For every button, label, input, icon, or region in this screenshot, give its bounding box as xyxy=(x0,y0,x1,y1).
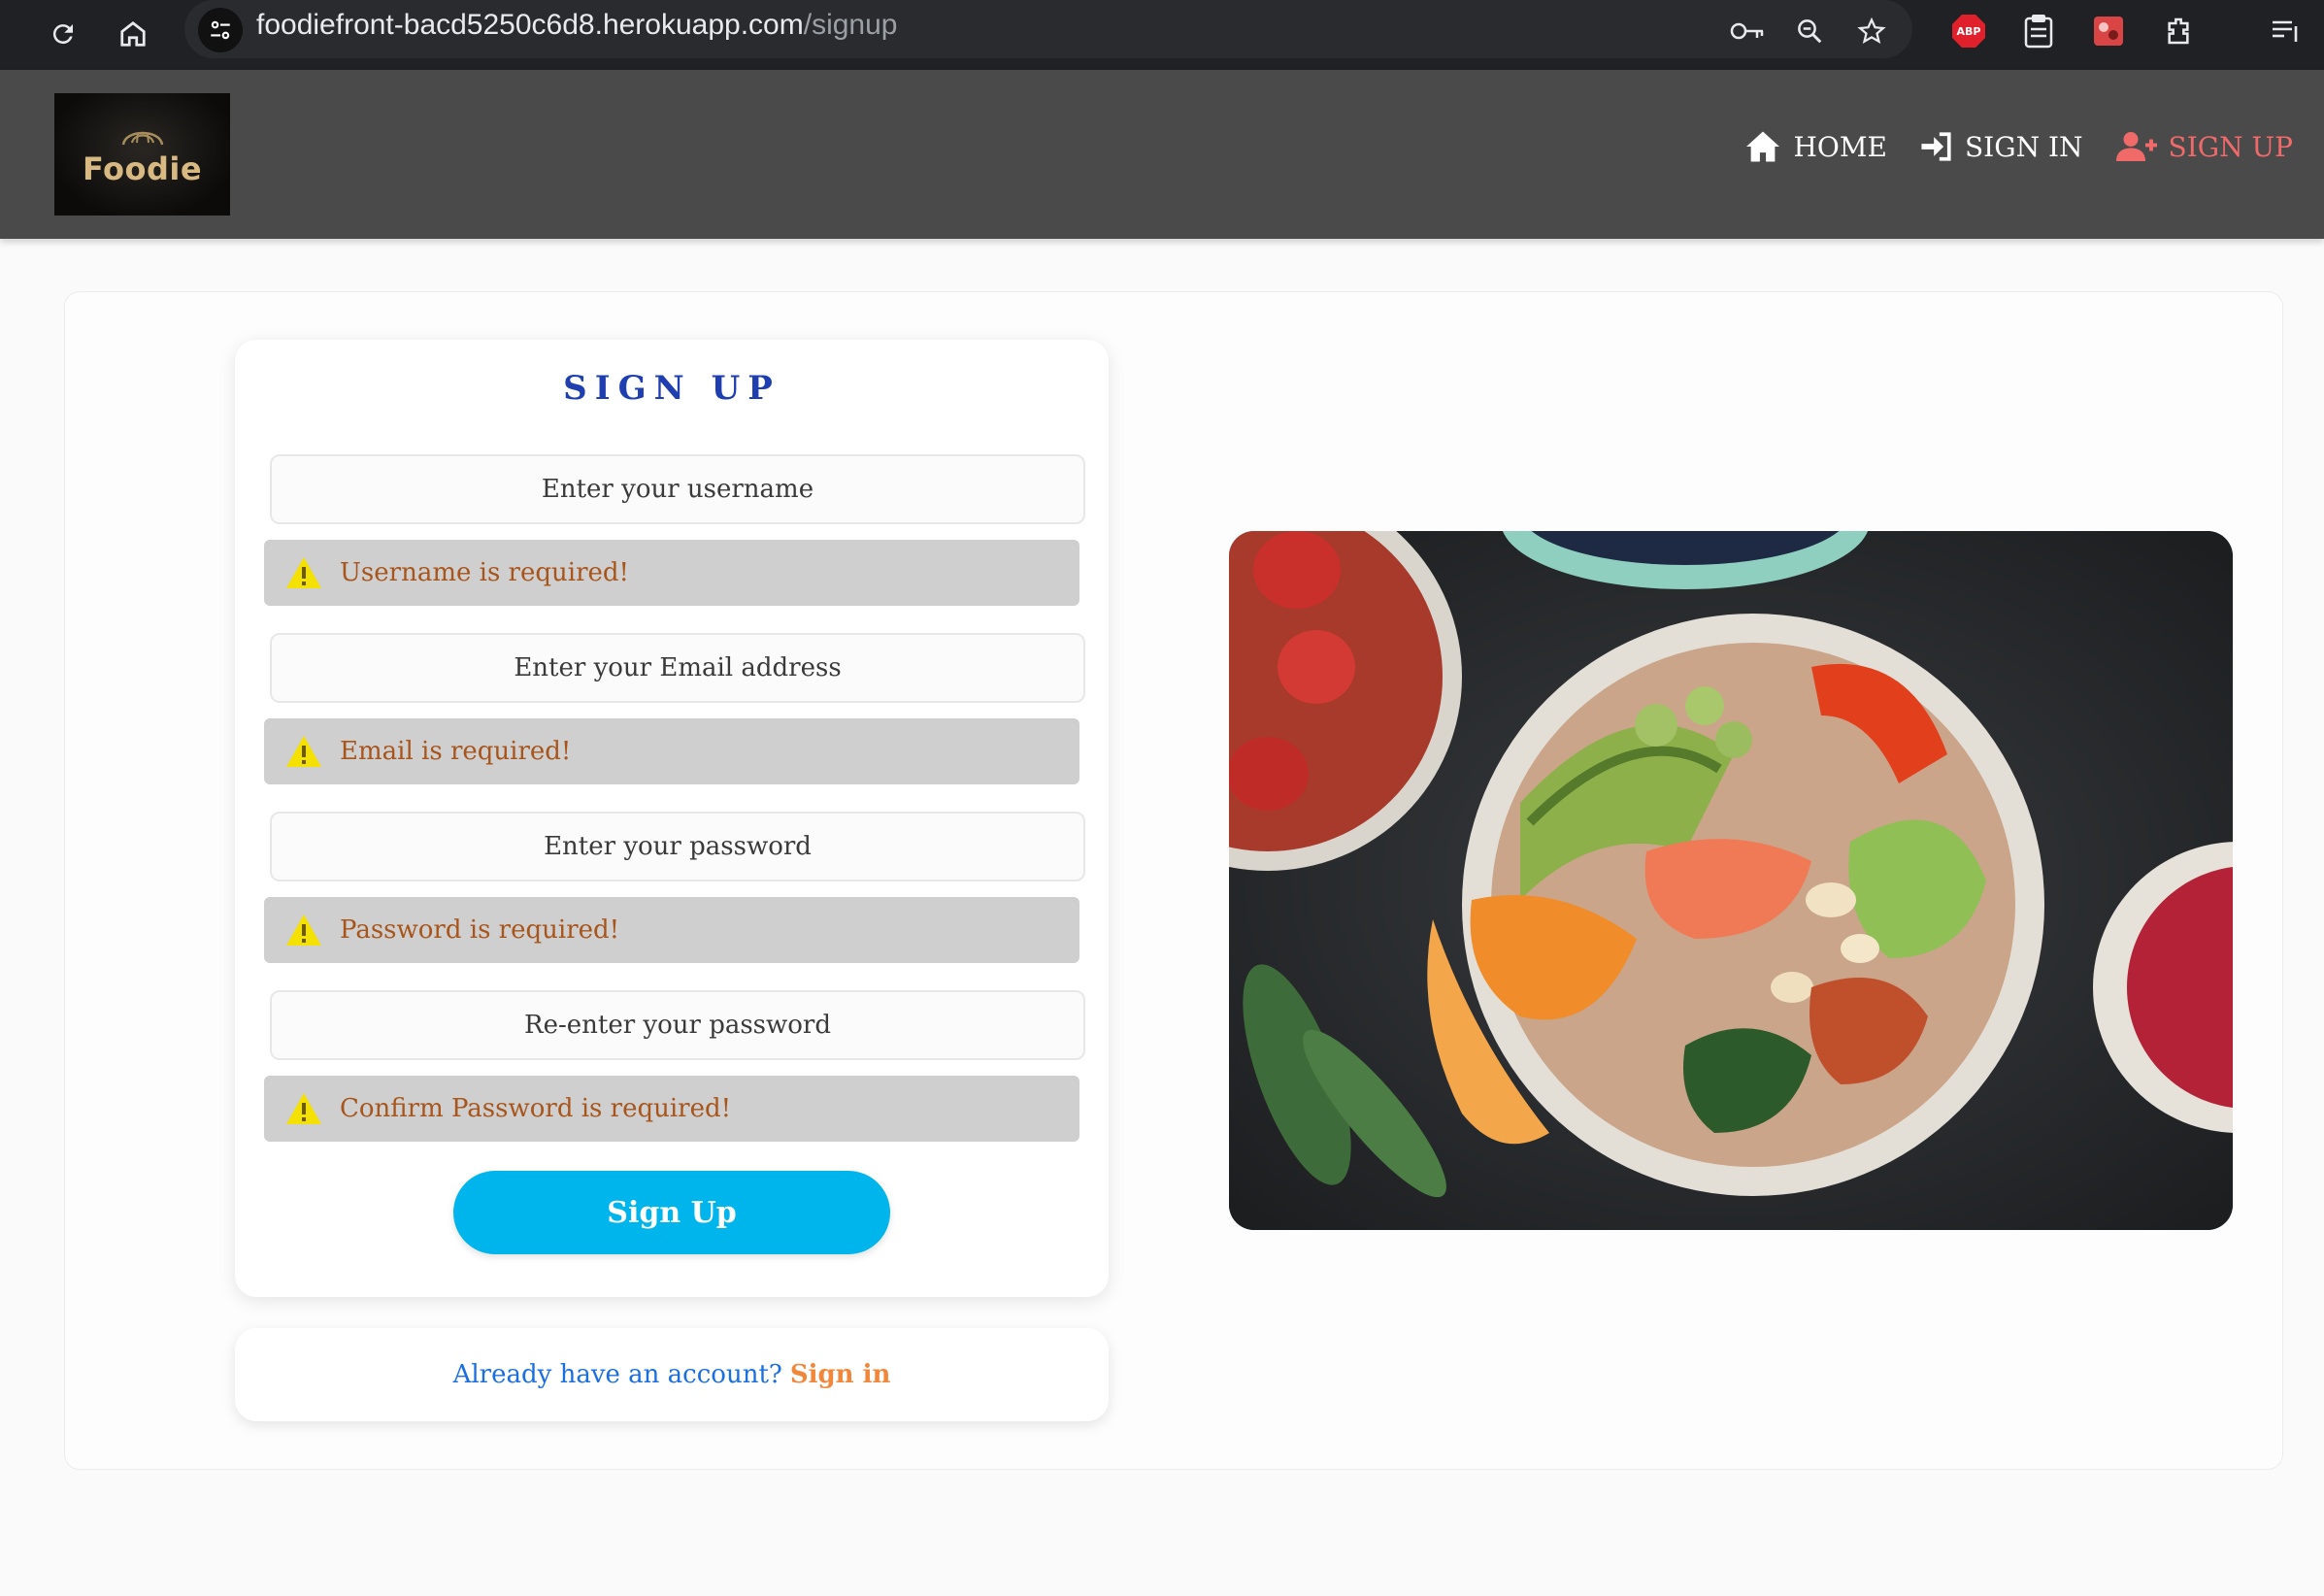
password-key-icon[interactable] xyxy=(1724,8,1771,54)
site-settings-icon[interactable] xyxy=(198,8,243,52)
confirm-password-error-text: Confirm Password is required! xyxy=(340,1094,732,1123)
browser-toolbar: foodiefront-bacd5250c6d8.herokuapp.com/s… xyxy=(0,0,2324,70)
confirm-password-input[interactable] xyxy=(270,990,1085,1060)
color-extension-icon[interactable] xyxy=(2085,8,2132,54)
address-bar[interactable]: foodiefront-bacd5250c6d8.herokuapp.com/s… xyxy=(184,0,1912,58)
form-title: SIGN UP xyxy=(563,369,780,408)
nav-home[interactable]: HOME xyxy=(1744,130,1887,163)
adblock-icon[interactable]: ABP xyxy=(1945,8,1992,54)
sign-up-button[interactable]: Sign Up xyxy=(453,1171,890,1254)
sign-in-icon xyxy=(1921,132,1951,161)
home-browser-icon[interactable] xyxy=(109,10,157,58)
warning-icon xyxy=(286,557,321,588)
nav-home-label: HOME xyxy=(1793,130,1887,163)
home-icon xyxy=(1746,131,1780,162)
signin-question: Already have an account? xyxy=(452,1360,782,1389)
email-error: Email is required! xyxy=(264,718,1079,784)
password-error: Password is required! xyxy=(264,897,1079,963)
password-input[interactable] xyxy=(270,812,1085,881)
site-header: Foodie HOME SIGN IN SIGN UP xyxy=(0,70,2324,239)
bookmark-star-icon[interactable] xyxy=(1848,8,1895,54)
username-input[interactable] xyxy=(270,454,1085,524)
clipboard-extension-icon[interactable] xyxy=(2015,8,2062,54)
logo-text: Foodie xyxy=(82,150,203,187)
zoom-icon[interactable] xyxy=(1786,8,1833,54)
reading-list-icon[interactable] xyxy=(2262,8,2308,54)
email-input[interactable] xyxy=(270,633,1085,703)
warning-icon xyxy=(286,914,321,946)
signin-prompt: Already have an account? Sign in xyxy=(235,1328,1109,1421)
confirm-password-error: Confirm Password is required! xyxy=(264,1076,1079,1142)
username-error: Username is required! xyxy=(264,540,1079,606)
svg-text:ABP: ABP xyxy=(1957,25,1981,38)
main-nav: HOME SIGN IN SIGN UP xyxy=(1744,130,2293,163)
signup-form: SIGN UP Username is required! Email is r… xyxy=(235,340,1109,1297)
croissant-icon xyxy=(121,131,163,146)
nav-sign-up[interactable]: SIGN UP xyxy=(2115,130,2293,163)
warning-icon xyxy=(286,736,321,767)
extensions-puzzle-icon[interactable] xyxy=(2155,8,2202,54)
username-error-text: Username is required! xyxy=(340,558,629,587)
nav-sign-in[interactable]: SIGN IN xyxy=(1920,131,2083,163)
user-plus-icon xyxy=(2115,132,2157,161)
sign-in-link[interactable]: Sign in xyxy=(790,1360,891,1389)
warning-icon xyxy=(286,1093,321,1124)
url-text: foodiefront-bacd5250c6d8.herokuapp.com/s… xyxy=(256,9,898,41)
reload-icon[interactable] xyxy=(39,10,87,58)
password-error-text: Password is required! xyxy=(340,915,620,945)
nav-sign-up-label: SIGN UP xyxy=(2168,130,2293,163)
foodie-logo[interactable]: Foodie xyxy=(54,93,230,216)
nav-sign-in-label: SIGN IN xyxy=(1964,130,2083,163)
food-bowl-image xyxy=(1229,531,2233,1230)
email-error-text: Email is required! xyxy=(340,737,572,766)
